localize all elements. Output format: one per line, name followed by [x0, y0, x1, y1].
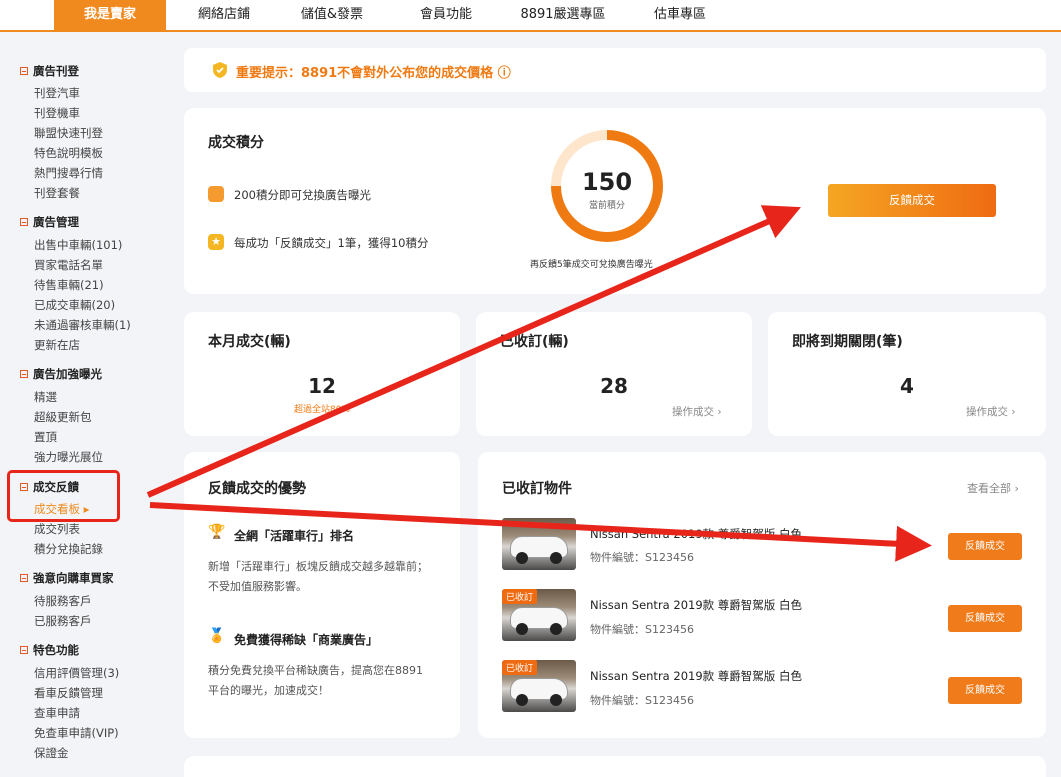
collapse-icon	[20, 574, 28, 582]
sidebar-section-ad-manage[interactable]: 廣告管理	[20, 214, 79, 230]
sidebar-section-boost[interactable]: 廣告加強曝光	[20, 366, 102, 382]
sidebar-item-super-update[interactable]: 超級更新包	[34, 409, 92, 425]
tab-8891-select[interactable]: 8891嚴選專區	[508, 0, 618, 30]
sidebar-section-intent-buyers[interactable]: 強意向購車買家	[20, 570, 114, 586]
sidebar-item-vip-inspection[interactable]: 免查車申請(VIP)	[34, 725, 119, 741]
points-title: 成交積分	[208, 135, 264, 151]
tab-seller[interactable]: 我是賣家	[54, 0, 166, 30]
top-nav: 我是賣家 網絡店鋪 儲值&發票 會員功能 8891嚴選專區 估車專區	[0, 0, 1061, 32]
car-thumbnail[interactable]	[502, 518, 576, 570]
ordered-tag: 已收訂	[502, 589, 538, 604]
stat-sub: 超過全站80%	[293, 405, 350, 415]
car-title[interactable]: Nissan Sentra 2019款 尊爵智駕版 白色	[590, 597, 802, 613]
sidebar-item-on-sale[interactable]: 出售中車輛(101)	[34, 237, 122, 253]
stat-value: 12	[308, 374, 336, 398]
advantage-desc: 新增「活躍車行」板塊反饋成交越多越靠前；不受加值服務影響。	[208, 560, 428, 593]
section-label: 特色功能	[33, 643, 79, 657]
highlight-box	[7, 470, 120, 522]
sidebar-item-exposure[interactable]: 強力曝光展位	[34, 449, 103, 465]
stat-title: 本月成交(輛)	[208, 334, 291, 350]
feedback-deal-button[interactable]: 反饋成交	[948, 533, 1022, 560]
collapse-icon	[20, 370, 28, 378]
sidebar-item-credit[interactable]: 信用評價管理(3)	[34, 665, 119, 681]
trophy-icon: 🏆	[208, 524, 226, 540]
sidebar-item-deal-list[interactable]: 成交列表	[34, 521, 80, 537]
bottom-card	[184, 756, 1046, 777]
stat-value: 4	[900, 374, 914, 398]
sidebar-item-deposit[interactable]: 保證金	[34, 745, 69, 761]
sidebar-item-alliance-post[interactable]: 聯盟快速刊登	[34, 125, 103, 141]
tab-member[interactable]: 會員功能	[396, 0, 496, 30]
ordered-items-title: 已收訂物件	[502, 481, 572, 497]
car-id: 物件編號：S123456	[590, 694, 694, 707]
sidebar-item-inspection[interactable]: 查車申請	[34, 705, 80, 721]
stat-title: 即將到期關閉(筆)	[792, 334, 903, 350]
sidebar-section-ad-post[interactable]: 廣告刊登	[20, 63, 79, 79]
section-label: 廣告刊登	[33, 64, 79, 78]
sidebar-item-featured[interactable]: 精選	[34, 389, 57, 405]
sidebar-item-hot-search[interactable]: 熱門搜尋行情	[34, 165, 103, 181]
sidebar-item-template[interactable]: 特色說明模板	[34, 145, 103, 161]
sidebar-item-post-moto[interactable]: 刊登機車	[34, 105, 80, 121]
sidebar-item-to-serve[interactable]: 待服務客戶	[34, 593, 92, 609]
points-value-label: 當前積分	[588, 201, 625, 211]
points-rule-2: 每成功「反饋成交」1筆，獲得10積分	[234, 236, 429, 250]
car-thumbnail[interactable]: 已收訂	[502, 589, 576, 641]
advantage-desc: 積分免費兌換平台稀缺廣告，提高您在8891平台的曝光，加速成交！	[208, 664, 423, 697]
advantage-title: 免費獲得稀缺「商業廣告」	[234, 633, 379, 647]
advantage-title: 全網「活躍車行」排名	[234, 529, 355, 543]
section-label: 廣告加強曝光	[33, 367, 102, 381]
sidebar-item-post-car[interactable]: 刊登汽車	[34, 85, 80, 101]
stat-title: 已收訂(輛)	[500, 334, 569, 350]
collapse-icon	[20, 646, 28, 654]
section-label: 強意向購車買家	[33, 571, 114, 585]
shield-icon	[213, 62, 227, 78]
advantages-title: 反饋成交的優勢	[208, 481, 306, 497]
sidebar-section-features[interactable]: 特色功能	[20, 642, 79, 658]
points-rule-1: 200積分即可兌換廣告曝光	[234, 188, 371, 202]
sidebar-item-rejected[interactable]: 未通過審核車輛(1)	[34, 317, 131, 333]
sidebar-item-points-history[interactable]: 積分兌換記錄	[34, 541, 103, 557]
section-label: 廣告管理	[33, 215, 79, 229]
points-value: 150	[581, 168, 633, 196]
sidebar-item-viewing-feedback[interactable]: 看車反饋管理	[34, 685, 103, 701]
car-title[interactable]: Nissan Sentra 2019款 尊爵智駕版 白色	[590, 526, 802, 542]
car-id: 物件編號：S123456	[590, 551, 694, 564]
ordered-tag: 已收訂	[502, 660, 538, 675]
feedback-deal-button[interactable]: 反饋成交	[948, 605, 1022, 632]
sidebar-item-pending[interactable]: 待售車輛(21)	[34, 277, 104, 293]
operate-deal-link[interactable]: 操作成交 ›	[672, 404, 722, 419]
coupon-icon	[208, 186, 224, 202]
tab-valuation[interactable]: 估車專區	[630, 0, 730, 30]
car-id: 物件編號：S123456	[590, 623, 694, 636]
car-title[interactable]: Nissan Sentra 2019款 尊爵智駕版 白色	[590, 668, 802, 684]
sidebar-item-buyer-phones[interactable]: 買家電話名單	[34, 257, 103, 273]
notice-text: 重要提示：8891不會對外公布您的成交價格 ⓘ	[236, 66, 511, 81]
sidebar-item-served[interactable]: 已服務客戶	[34, 613, 92, 629]
car-thumbnail[interactable]: 已收訂	[502, 660, 576, 712]
points-hint: 再反饋5筆成交可兌換廣告曝光	[530, 260, 653, 270]
feedback-deal-button[interactable]: 反饋成交	[948, 677, 1022, 704]
feedback-deal-button[interactable]: 反饋成交	[828, 184, 996, 217]
notice-banner: 重要提示：8891不會對外公布您的成交價格 ⓘ	[184, 48, 1046, 92]
tab-topup-invoice[interactable]: 儲值&發票	[282, 0, 382, 30]
collapse-icon	[20, 67, 28, 75]
sidebar-item-package[interactable]: 刊登套餐	[34, 185, 80, 201]
medal-icon: 🏅	[208, 628, 226, 644]
collapse-icon	[20, 218, 28, 226]
sidebar-item-sold[interactable]: 已成交車輛(20)	[34, 297, 115, 313]
operate-deal-link[interactable]: 操作成交 ›	[966, 404, 1016, 419]
sidebar-item-update-store[interactable]: 更新在店	[34, 337, 80, 353]
sidebar-item-pin-top[interactable]: 置頂	[34, 429, 57, 445]
tab-online-store[interactable]: 網絡店鋪	[176, 0, 272, 30]
stat-value: 28	[600, 374, 628, 398]
view-all-link[interactable]: 查看全部 ›	[967, 480, 1019, 496]
star-icon: ★	[208, 234, 224, 250]
